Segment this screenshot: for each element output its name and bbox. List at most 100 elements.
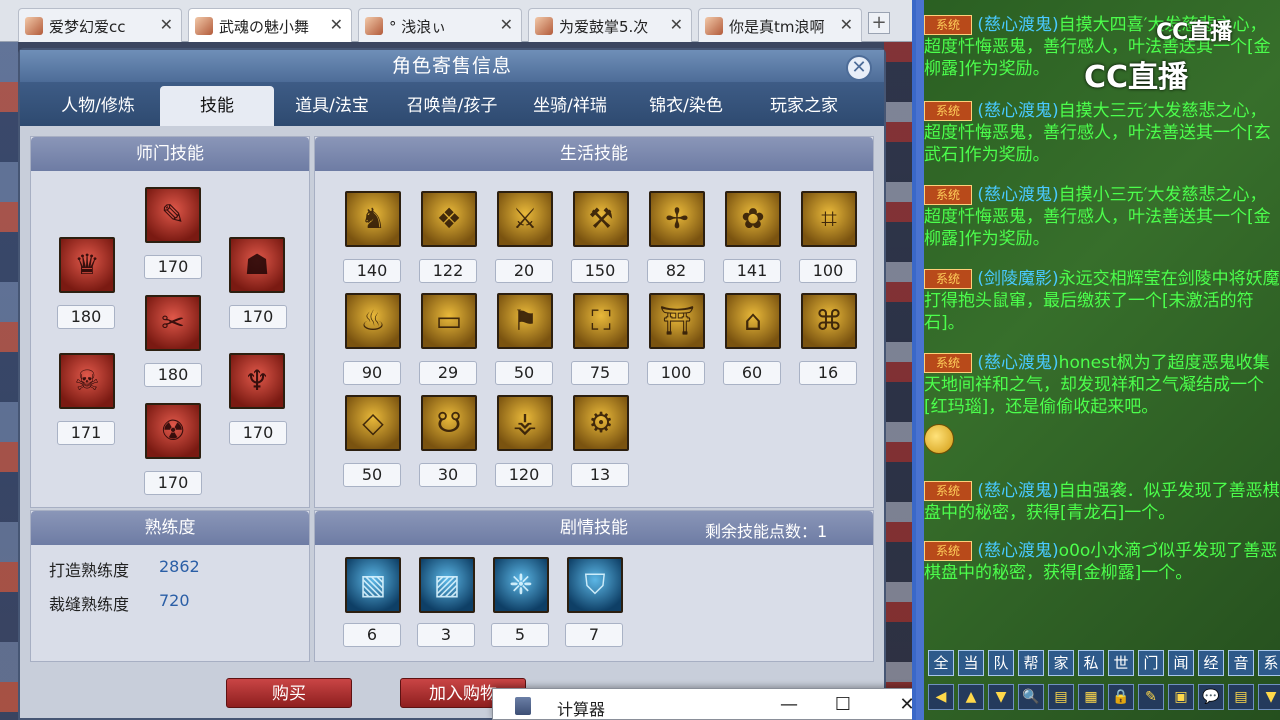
remaining-points-value: 1 [817, 522, 828, 541]
tab-home[interactable]: 玩家之家 [746, 86, 862, 126]
channel-guild[interactable]: 帮 [1018, 650, 1044, 676]
tab-mounts[interactable]: 坐骑/祥瑞 [514, 86, 626, 126]
skill-level: 7 [565, 623, 623, 647]
browser-tab-3[interactable]: ° 浅浪ぃ ✕ [358, 8, 522, 42]
tab-outfits[interactable]: 锦衣/染色 [628, 86, 744, 126]
skill-level: 180 [57, 305, 115, 329]
channel-world[interactable]: 世 [1108, 650, 1134, 676]
message-sender[interactable]: (慈心渡鬼) [977, 101, 1058, 121]
life-skill-icon[interactable]: ♞ [345, 191, 401, 247]
tab-character[interactable]: 人物/修炼 [34, 86, 162, 126]
life-skill-icon[interactable]: ⚔ [497, 191, 553, 247]
story-skill-icon[interactable]: ▨ [419, 557, 475, 613]
arrow-up-icon[interactable]: ▲ [958, 684, 984, 710]
life-skill-icon[interactable]: ▭ [421, 293, 477, 349]
window-icon[interactable]: ▣ [1168, 684, 1194, 710]
close-icon[interactable]: ✕ [840, 15, 853, 34]
message-sender[interactable]: (慈心渡鬼) [977, 185, 1058, 205]
channel-team[interactable]: 队 [988, 650, 1014, 676]
channel-voice[interactable]: 音 [1228, 650, 1254, 676]
life-skill-icon[interactable]: ♨ [345, 293, 401, 349]
life-skill-icon[interactable]: ⛶ [573, 293, 629, 349]
skill-level: 5 [491, 623, 549, 647]
life-skill-icon[interactable]: ⚒ [573, 191, 629, 247]
life-skill-icon[interactable]: ⚑ [497, 293, 553, 349]
hammer-icon: ⚒ [588, 202, 614, 235]
maximize-button[interactable]: ☐ [823, 691, 863, 719]
dialog-tabs: 人物/修炼 技能 道具/法宝 召唤兽/孩子 坐骑/祥瑞 锦衣/染色 玩家之家 [20, 82, 884, 126]
search-icon[interactable]: 🔍 [1018, 684, 1044, 710]
life-skill-icon[interactable]: ⌘ [801, 293, 857, 349]
document-icon[interactable]: ▤ [1048, 684, 1074, 710]
skill-level: 13 [571, 463, 629, 487]
life-skill-icon[interactable]: ⌂ [725, 293, 781, 349]
life-skill-icon[interactable]: ⚙ [573, 395, 629, 451]
game-left-edge [0, 42, 18, 720]
runner-icon: ⚑ [512, 304, 538, 337]
grid-icon[interactable]: ▦ [1078, 684, 1104, 710]
browser-tab-2[interactable]: 武魂の魅小舞 ✕ [188, 8, 352, 42]
list-icon[interactable]: ▤ [1228, 684, 1254, 710]
proficiency-header: 熟练度 [31, 511, 309, 545]
life-skill-icon[interactable]: ◇ [345, 395, 401, 451]
life-skill-icon[interactable]: ⛩ [649, 293, 705, 349]
browser-tab-5[interactable]: 你是真tm浪啊 ✕ [698, 8, 862, 42]
school-skill-icon[interactable]: ✎ [145, 187, 201, 243]
channel-current[interactable]: 当 [958, 650, 984, 676]
chat-scrollbar[interactable] [916, 0, 924, 720]
blade-icon: ✂ [161, 306, 185, 339]
skill-level: 75 [571, 361, 629, 385]
tab-skills[interactable]: 技能 [160, 86, 274, 126]
channel-news[interactable]: 闻 [1168, 650, 1194, 676]
school-skill-icon[interactable]: ♆ [229, 353, 285, 409]
life-skill-icon[interactable]: ☋ [421, 395, 477, 451]
browser-tab-4[interactable]: 为爱鼓掌5.次 ✕ [528, 8, 692, 42]
channel-school[interactable]: 门 [1138, 650, 1164, 676]
tailoring-proficiency-label: 裁缝熟练度 [49, 595, 130, 614]
message-sender[interactable]: (慈心渡鬼) [977, 541, 1058, 561]
dropdown-icon[interactable]: ▼ [1258, 684, 1280, 710]
school-skill-icon[interactable]: ☗ [229, 237, 285, 293]
channel-all[interactable]: 全 [928, 650, 954, 676]
arrow-left-icon[interactable]: ◀ [928, 684, 954, 710]
muscle-icon: ☋ [436, 406, 462, 439]
message-sender[interactable]: (慈心渡鬼) [977, 15, 1058, 35]
message-sender[interactable]: (剑陵魔影) [977, 269, 1058, 289]
buy-button[interactable]: 购买 [226, 678, 352, 708]
channel-trade[interactable]: 经 [1198, 650, 1224, 676]
lock-icon[interactable]: 🔒 [1108, 684, 1134, 710]
channel-family[interactable]: 家 [1048, 650, 1074, 676]
speech-bubble-icon[interactable]: 💬 [1198, 684, 1224, 710]
role-consignment-dialog: 角色寄售信息 ✕ 人物/修炼 技能 道具/法宝 召唤兽/孩子 坐骑/祥瑞 锦衣/… [18, 48, 886, 720]
channel-private[interactable]: 私 [1078, 650, 1104, 676]
life-skill-icon[interactable]: ✢ [649, 191, 705, 247]
chat-message: 系统 (慈心渡鬼)自摸大三元′大发慈悲之心，超度忏悔恶鬼，善行感人，叶法善送其一… [924, 100, 1280, 166]
channel-system[interactable]: 系 [1258, 650, 1280, 676]
story-skill-icon[interactable]: ▧ [345, 557, 401, 613]
life-skill-icon[interactable]: ⌗ [801, 191, 857, 247]
life-skill-icon[interactable]: ⚶ [497, 395, 553, 451]
close-icon[interactable]: ✕ [160, 15, 173, 34]
tab-items[interactable]: 道具/法宝 [276, 86, 388, 126]
school-skill-icon[interactable]: ♛ [59, 237, 115, 293]
close-icon[interactable]: ✕ [500, 15, 513, 34]
close-icon[interactable]: ✕ [330, 15, 343, 34]
calculator-window[interactable]: 计算器 — ☐ ✕ [492, 688, 930, 720]
close-icon[interactable]: ✕ [846, 55, 872, 81]
school-skill-icon[interactable]: ☠ [59, 353, 115, 409]
arrow-down-icon[interactable]: ▼ [988, 684, 1014, 710]
message-sender[interactable]: (慈心渡鬼) [977, 353, 1058, 373]
school-skill-icon[interactable]: ☢ [145, 403, 201, 459]
story-skill-icon[interactable]: ⛉ [567, 557, 623, 613]
tab-pets[interactable]: 召唤兽/孩子 [390, 86, 514, 126]
browser-tab-1[interactable]: 爱梦幻爱cc ✕ [18, 8, 182, 42]
life-skill-icon[interactable]: ❖ [421, 191, 477, 247]
minimize-button[interactable]: — [769, 691, 809, 719]
life-skill-icon[interactable]: ✿ [725, 191, 781, 247]
close-icon[interactable]: ✕ [670, 15, 683, 34]
new-tab-button[interactable]: + [868, 12, 890, 34]
story-skill-icon[interactable]: ❈ [493, 557, 549, 613]
school-skill-icon[interactable]: ✂ [145, 295, 201, 351]
brush-icon[interactable]: ✎ [1138, 684, 1164, 710]
message-sender[interactable]: (慈心渡鬼) [977, 481, 1058, 501]
